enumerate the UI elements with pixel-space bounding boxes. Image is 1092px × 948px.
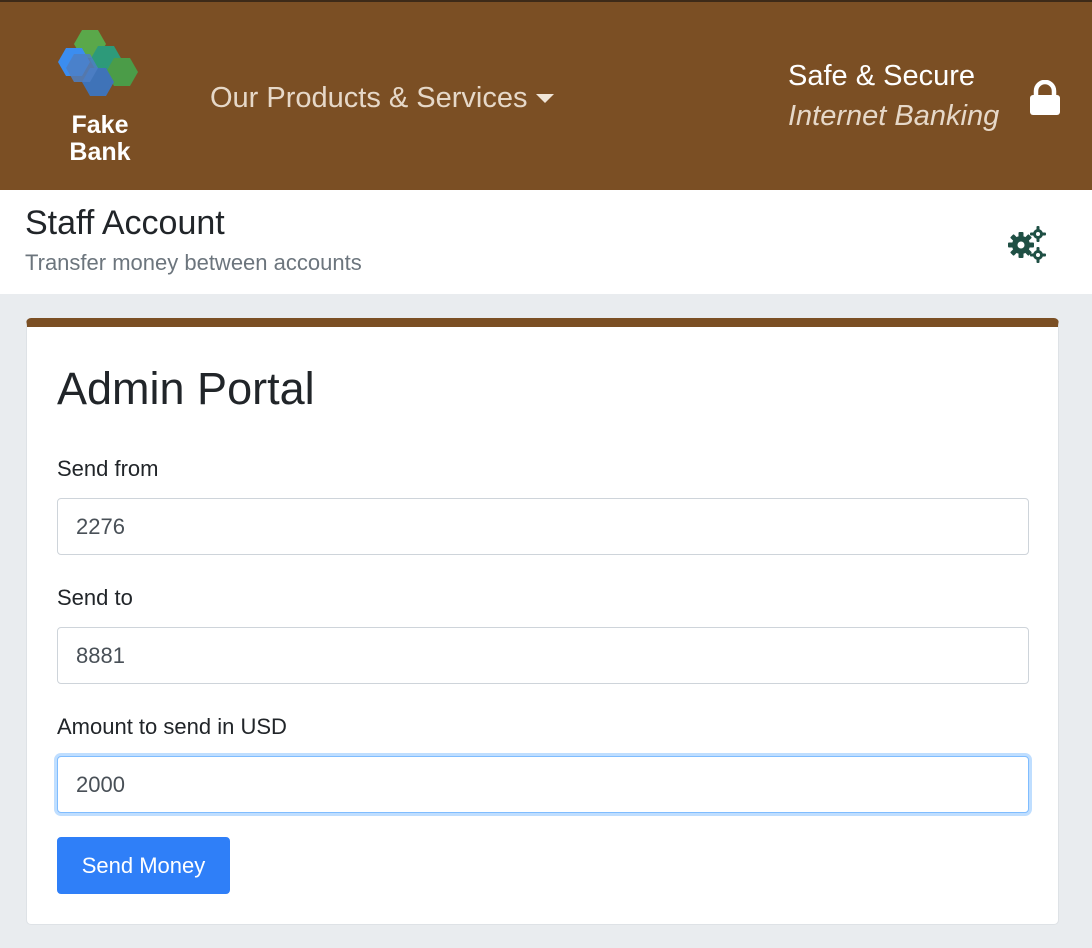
- products-services-dropdown[interactable]: Our Products & Services: [210, 82, 554, 115]
- logo-hexagon-icon: [58, 30, 138, 96]
- send-from-label: Send from: [57, 456, 159, 481]
- page-title: Staff Account: [25, 204, 225, 242]
- send-money-button[interactable]: Send Money: [57, 837, 230, 894]
- top-navbar: Fake Bank Our Products & Services Safe &…: [0, 0, 1092, 190]
- gears-icon[interactable]: [1006, 224, 1050, 269]
- send-to-label: Send to: [57, 585, 133, 610]
- send-from-input[interactable]: [57, 498, 1029, 555]
- logo-text-line2: Bank: [69, 138, 131, 166]
- page-subtitle: Transfer money between accounts: [25, 250, 362, 275]
- logo-text-line1: Fake: [71, 111, 129, 139]
- fake-bank-logo[interactable]: Fake Bank: [52, 28, 148, 168]
- send-to-input[interactable]: [57, 627, 1029, 684]
- safe-secure-tagline: Safe & Secure Internet Banking: [788, 58, 999, 138]
- products-services-label: Our Products & Services: [210, 82, 528, 114]
- amount-input[interactable]: [57, 756, 1029, 813]
- tagline-line1: Safe & Secure: [788, 60, 975, 92]
- card-title: Admin Portal: [57, 363, 315, 414]
- admin-portal-card: Admin Portal Send from Send to Amount to…: [26, 318, 1059, 925]
- lock-icon: [1028, 79, 1062, 121]
- amount-label: Amount to send in USD: [57, 714, 287, 739]
- logo-text: Fake Bank: [52, 112, 148, 166]
- page-subheader: Staff Account Transfer money between acc…: [0, 190, 1092, 294]
- tagline-line2: Internet Banking: [788, 100, 1000, 132]
- caret-down-icon: [535, 94, 554, 103]
